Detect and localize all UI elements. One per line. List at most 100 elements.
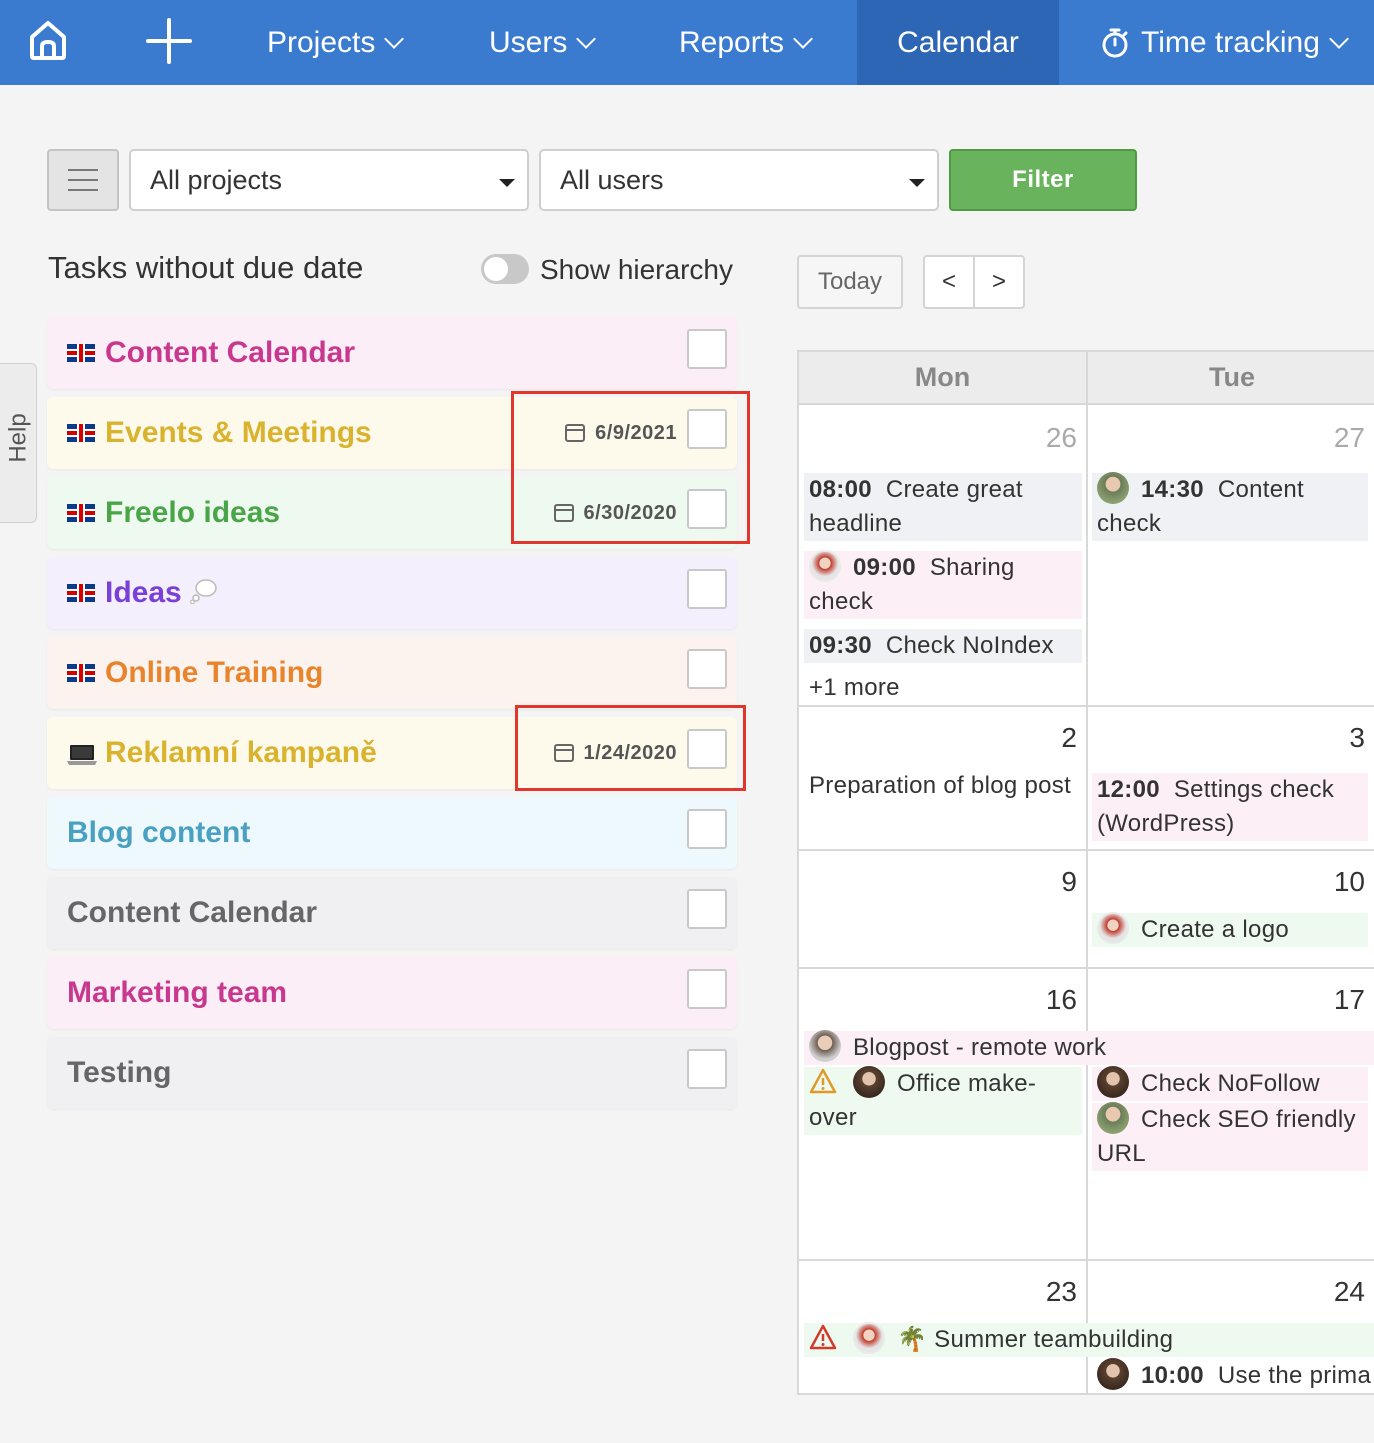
nav-reports[interactable]: Reports <box>679 0 813 85</box>
event-title: Check SEO friendly URL <box>1097 1106 1356 1167</box>
calendar-event[interactable]: 09:30 Check NoIndex <box>804 629 1082 663</box>
avatar <box>1097 1101 1129 1134</box>
home-icon[interactable] <box>26 18 70 62</box>
calendar-event[interactable]: 12:00 Settings check (WordPress) <box>1092 773 1368 841</box>
project-checkbox[interactable] <box>687 969 727 1009</box>
day-number: 2 <box>1061 722 1077 753</box>
project-checkbox[interactable] <box>687 889 727 929</box>
day-header-mon: Mon <box>799 352 1086 405</box>
section-title: Tasks without due date <box>48 250 364 285</box>
calendar-event[interactable]: Check NoFollow <box>1092 1065 1368 1101</box>
help-tab[interactable]: Help <box>0 363 37 523</box>
week-divider <box>799 849 1374 851</box>
project-checkbox[interactable] <box>687 649 727 689</box>
week-divider <box>799 967 1374 969</box>
uk-flag-icon <box>67 664 95 682</box>
event-time: 09:30 <box>809 632 872 659</box>
thought-bubble-icon <box>189 578 218 609</box>
project-name[interactable]: Ideas <box>105 576 182 610</box>
avatar <box>809 549 841 582</box>
calendar-event[interactable]: 14:30 Content check <box>1092 471 1368 541</box>
nav-users[interactable]: Users <box>489 0 597 85</box>
day-number: 23 <box>1045 1276 1077 1307</box>
project-row[interactable]: Testing <box>47 1037 737 1109</box>
calendar-event[interactable]: Check SEO friendly URL <box>1092 1101 1368 1171</box>
calendar-event[interactable]: 10:00 Use the prima <box>1092 1357 1374 1393</box>
day-number: 24 <box>1333 1276 1365 1307</box>
project-name[interactable]: Reklamní kampaně <box>105 736 377 770</box>
add-icon[interactable] <box>146 18 192 64</box>
project-name[interactable]: Content Calendar <box>105 336 355 370</box>
top-navbar: Projects Users Reports Calendar Time tra… <box>0 0 1374 85</box>
project-row[interactable]: Marketing team <box>47 957 737 1029</box>
project-row[interactable]: Online Training <box>47 637 737 709</box>
project-select[interactable]: All projects <box>129 149 529 211</box>
day-number: 9 <box>1061 866 1077 897</box>
project-name[interactable]: Testing <box>67 1056 171 1090</box>
event-title: Check NoFollow <box>1141 1070 1320 1097</box>
avatar <box>809 1029 841 1062</box>
chevron-down-icon <box>793 28 813 49</box>
hamburger-icon-line <box>68 179 98 181</box>
event-title: Blogpost - remote work <box>853 1034 1107 1061</box>
column-divider <box>1086 352 1088 1393</box>
highlight-box <box>515 705 746 791</box>
nav-reports-label: Reports <box>679 25 785 59</box>
project-checkbox[interactable] <box>687 1049 727 1089</box>
project-name[interactable]: Online Training <box>105 656 323 690</box>
nav-users-label: Users <box>489 25 568 59</box>
hierarchy-toggle[interactable] <box>481 254 529 284</box>
event-title: 🌴 Summer teambuilding <box>897 1326 1174 1353</box>
day-number: 27 <box>1333 422 1365 453</box>
event-time: 14:30 <box>1141 476 1204 503</box>
avatar <box>1097 1357 1129 1390</box>
project-checkbox[interactable] <box>687 569 727 609</box>
caret-down-icon <box>499 179 515 187</box>
project-name[interactable]: Marketing team <box>67 976 287 1010</box>
day-number: 26 <box>1045 422 1077 453</box>
project-row[interactable]: Content Calendar <box>47 317 737 389</box>
user-select-value: All users <box>560 164 664 195</box>
project-row[interactable]: Blog content <box>47 797 737 869</box>
next-button[interactable]: > <box>973 255 1025 309</box>
project-checkbox[interactable] <box>687 809 727 849</box>
prev-button[interactable]: < <box>923 255 975 309</box>
event-title: Preparation of blog post <box>809 772 1072 799</box>
day-number: 3 <box>1349 722 1365 753</box>
project-name[interactable]: Freelo ideas <box>105 496 280 530</box>
day-number: 16 <box>1045 984 1077 1015</box>
calendar-grid: Mon Tue 26 27 08:00 Create great headlin… <box>797 350 1374 1395</box>
project-checkbox[interactable] <box>687 329 727 369</box>
project-name[interactable]: Blog content <box>67 816 250 850</box>
nav-projects[interactable]: Projects <box>267 0 405 85</box>
user-select[interactable]: All users <box>539 149 939 211</box>
highlight-box <box>511 391 750 544</box>
more-events-link[interactable]: +1 more <box>804 671 1082 705</box>
calendar-event[interactable]: 🌴 Summer teambuilding <box>804 1321 1374 1357</box>
project-name[interactable]: Events & Meetings <box>105 416 372 450</box>
event-time: 10:00 <box>1141 1362 1204 1389</box>
day-header-tue: Tue <box>1088 352 1374 405</box>
calendar-event[interactable]: 08:00 Create great headline <box>804 473 1082 541</box>
calendar-event[interactable]: Office make-over <box>804 1065 1082 1135</box>
project-row[interactable]: Content Calendar <box>47 877 737 949</box>
calendar-event[interactable]: Create a logo <box>1092 911 1368 947</box>
avatar <box>853 1321 885 1354</box>
uk-flag-icon <box>67 504 95 522</box>
calendar-event[interactable]: Preparation of blog post <box>804 769 1086 803</box>
avatar <box>1097 1065 1129 1098</box>
filter-button[interactable]: Filter <box>949 149 1137 211</box>
today-button[interactable]: Today <box>797 255 903 309</box>
nav-time-tracking[interactable]: Time tracking <box>1099 0 1349 85</box>
event-title: Check NoIndex <box>885 632 1054 659</box>
project-row[interactable]: Ideas <box>47 557 737 629</box>
calendar-event[interactable]: 09:00 Sharing check <box>804 549 1082 619</box>
nav-calendar[interactable]: Calendar <box>857 0 1059 85</box>
nav-time-tracking-label: Time tracking <box>1141 25 1320 59</box>
avatar <box>853 1065 885 1098</box>
calendar-event[interactable]: Blogpost - remote work <box>804 1029 1374 1065</box>
event-title: Create a logo <box>1141 916 1289 943</box>
sidebar-toggle-button[interactable] <box>47 149 119 211</box>
nav-calendar-label: Calendar <box>897 25 1019 59</box>
project-name[interactable]: Content Calendar <box>67 896 317 930</box>
